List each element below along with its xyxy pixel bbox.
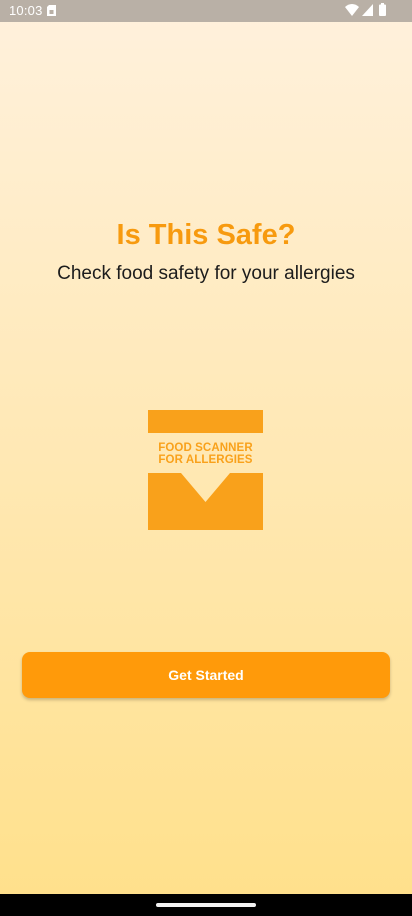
home-indicator[interactable] — [156, 903, 256, 907]
battery-icon — [379, 3, 386, 16]
app-title: Is This Safe? — [116, 219, 296, 251]
logo-chevron-shape — [148, 473, 263, 530]
logo-line-2: FOR ALLERGIES — [158, 454, 253, 466]
logo-top-bar — [148, 410, 263, 433]
app-subtitle: Check food safety for your allergies — [57, 263, 355, 284]
signal-icon — [362, 4, 373, 16]
logo-line-1: FOOD SCANNER — [158, 442, 253, 454]
wifi-icon — [345, 4, 359, 16]
navigation-bar — [0, 894, 412, 916]
get-started-button[interactable]: Get Started — [22, 652, 390, 698]
logo-text: FOOD SCANNER FOR ALLERGIES — [148, 442, 263, 466]
status-bar: 10:03 — [0, 0, 412, 22]
food-scanner-logo: FOOD SCANNER FOR ALLERGIES — [148, 410, 263, 530]
status-time: 10:03 — [9, 3, 43, 18]
sim-card-icon — [47, 5, 56, 16]
